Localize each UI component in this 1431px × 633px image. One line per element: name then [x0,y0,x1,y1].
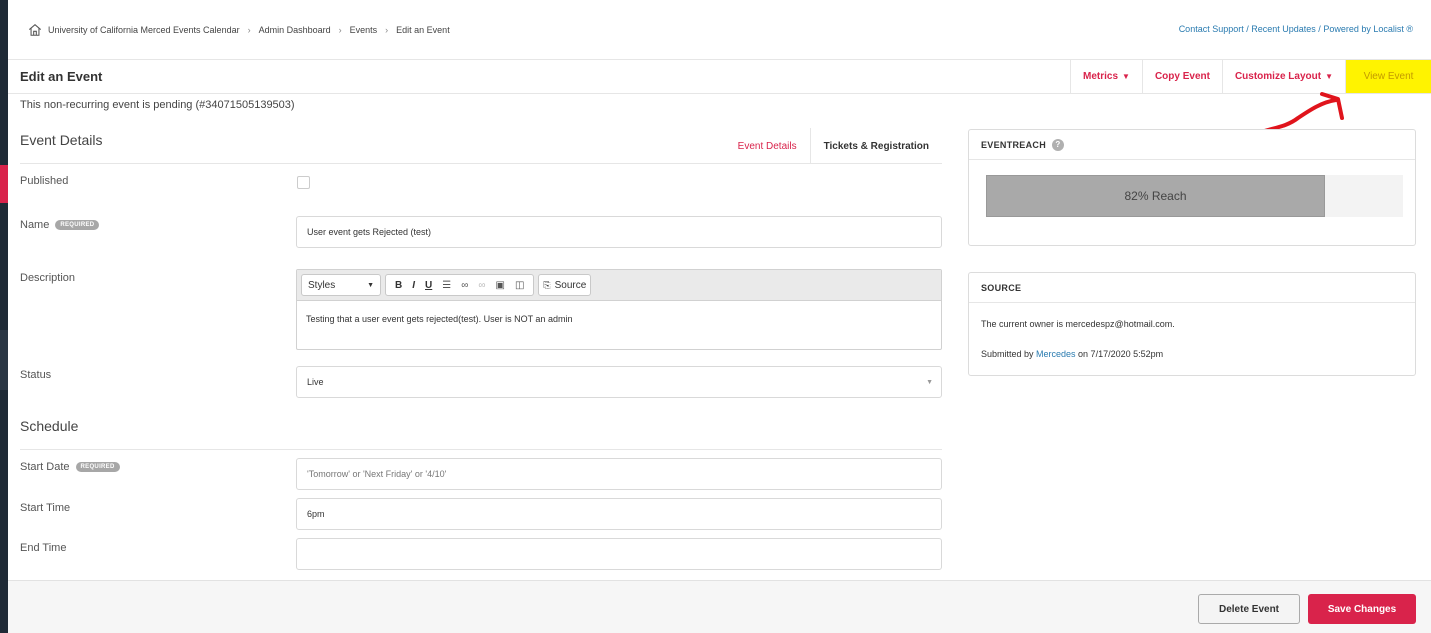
required-badge: REQUIRED [55,220,100,230]
delete-event-button[interactable]: Delete Event [1198,594,1300,624]
save-changes-button[interactable]: Save Changes [1308,594,1416,624]
styles-dropdown[interactable]: Styles ▼ [301,274,381,296]
description-editor: Styles ▼ B I U ☰ ∞ ∞ ▣ ◫ ⎘ Source Testin… [296,269,942,350]
breadcrumb-current: Edit an Event [396,25,450,35]
home-icon[interactable] [28,23,42,37]
image-icon[interactable]: ▣ [496,280,505,291]
submitted-suffix: on 7/17/2020 5:52pm [1075,349,1164,359]
tab-event-details[interactable]: Event Details [725,128,810,164]
name-input-value: User event gets Rejected (test) [307,227,432,237]
styles-label: Styles [308,279,336,291]
eventreach-panel: EVENTREACH ? 82% Reach [968,129,1416,246]
unlink-icon[interactable]: ∞ [478,280,485,291]
breadcrumb-separator: › [247,25,251,35]
reach-progress-label: 82% Reach [1124,189,1187,203]
description-label: Description [20,272,75,284]
start-date-placeholder: 'Tomorrow' or 'Next Friday' or '4/10' [307,469,447,479]
end-time-label: End Time [20,542,66,554]
status-select[interactable]: Live ▼ [296,366,942,398]
end-time-input[interactable] [296,538,942,570]
status-label: Status [20,369,51,381]
submitted-line: Submitted by Mercedes on 7/17/2020 5:52p… [981,349,1163,359]
start-date-label: Start Date REQUIRED [20,461,120,473]
breadcrumb-separator: › [385,25,389,35]
description-label-text: Description [20,272,76,284]
powered-by-link[interactable]: Powered by Localist ® [1323,24,1413,34]
left-nav-strip [0,0,8,633]
footer-action-bar: Delete Event Save Changes [8,580,1431,633]
editor-body[interactable]: Testing that a user event gets rejected(… [297,301,941,349]
metrics-label: Metrics [1083,71,1119,82]
owner-line: The current owner is mercedespz@hotmail.… [981,319,1175,329]
nav-strip-segment [0,330,8,390]
divider [20,163,942,164]
contact-support-link[interactable]: Contact Support [1179,24,1244,34]
help-icon[interactable]: ? [1052,138,1065,151]
end-time-label-text: End Time [20,542,67,554]
bold-button[interactable]: B [395,280,402,291]
chevron-down-icon: ▼ [1122,72,1130,81]
start-date-label-text: Start Date [20,461,70,473]
start-time-value: 6pm [307,509,325,519]
metrics-dropdown[interactable]: Metrics ▼ [1070,60,1142,93]
underline-button[interactable]: U [425,280,432,291]
event-status-line: This non-recurring event is pending (#34… [20,99,295,111]
customize-layout-label: Customize Layout [1234,71,1322,82]
chevron-down-icon: ▼ [1325,72,1333,81]
submitted-prefix: Submitted by [981,349,1037,359]
editor-toolbar: Styles ▼ B I U ☰ ∞ ∞ ▣ ◫ ⎘ Source [297,270,941,301]
submitter-link[interactable]: Mercedes [1036,349,1076,359]
tab-tickets-registration[interactable]: Tickets & Registration [809,128,942,164]
chevron-down-icon: ▼ [926,379,933,386]
page-title: Edit an Event [20,69,103,84]
name-label: Name REQUIRED [20,219,100,231]
name-label-text: Name [20,219,50,231]
nav-active-indicator [0,165,8,203]
chevron-down-icon: ▼ [367,281,374,289]
copy-event-button[interactable]: Copy Event [1141,60,1222,93]
italic-button[interactable]: I [412,280,415,291]
start-time-input[interactable]: 6pm [296,498,942,530]
start-time-label: Start Time [20,502,70,514]
view-event-label: View Event [1363,71,1414,82]
name-input[interactable]: User event gets Rejected (test) [296,216,942,248]
source-title: SOURCE [981,282,1022,293]
breadcrumb-admin-dashboard[interactable]: Admin Dashboard [259,25,331,35]
reach-progress-bar: 82% Reach [986,175,1403,217]
breadcrumb-events[interactable]: Events [350,25,378,35]
source-icon: ⎘ [543,279,551,290]
published-label-text: Published [20,175,69,187]
format-button-group: B I U ☰ ∞ ∞ ▣ ◫ [385,274,535,296]
status-label-text: Status [20,369,52,381]
breadcrumb-calendar[interactable]: University of California Merced Events C… [48,25,240,35]
link-icon[interactable]: ∞ [461,280,468,291]
breadcrumb: University of California Merced Events C… [28,23,450,37]
copy-event-label: Copy Event [1154,71,1210,82]
top-links: Contact Support / Recent Updates / Power… [1179,24,1413,34]
eventreach-title: EVENTREACH [981,139,1047,150]
breadcrumb-bar: University of California Merced Events C… [8,0,1431,60]
source-header: SOURCE [969,273,1415,303]
title-bar: Edit an Event Metrics ▼ Copy Event Custo… [8,60,1431,94]
event-details-heading: Event Details [20,132,103,148]
view-event-button[interactable]: View Event [1345,60,1431,93]
list-icon[interactable]: ☰ [442,280,451,291]
published-label: Published [20,175,68,187]
schedule-heading: Schedule [20,418,79,434]
required-badge: REQUIRED [75,462,120,472]
status-select-value: Live [307,377,324,387]
recent-updates-link[interactable]: Recent Updates [1251,24,1316,34]
source-panel: SOURCE The current owner is mercedespz@h… [968,272,1416,376]
form-tabs: Event Details Tickets & Registration [725,128,942,164]
eventreach-header: EVENTREACH ? [969,130,1415,160]
start-time-label-text: Start Time [20,502,71,514]
start-date-input[interactable]: 'Tomorrow' or 'Next Friday' or '4/10' [296,458,942,490]
embed-icon[interactable]: ◫ [515,280,524,291]
divider [20,449,942,450]
source-label: Source [554,279,587,291]
breadcrumb-separator: › [338,25,342,35]
published-checkbox[interactable] [297,176,310,189]
source-button[interactable]: ⎘ Source [538,274,592,296]
